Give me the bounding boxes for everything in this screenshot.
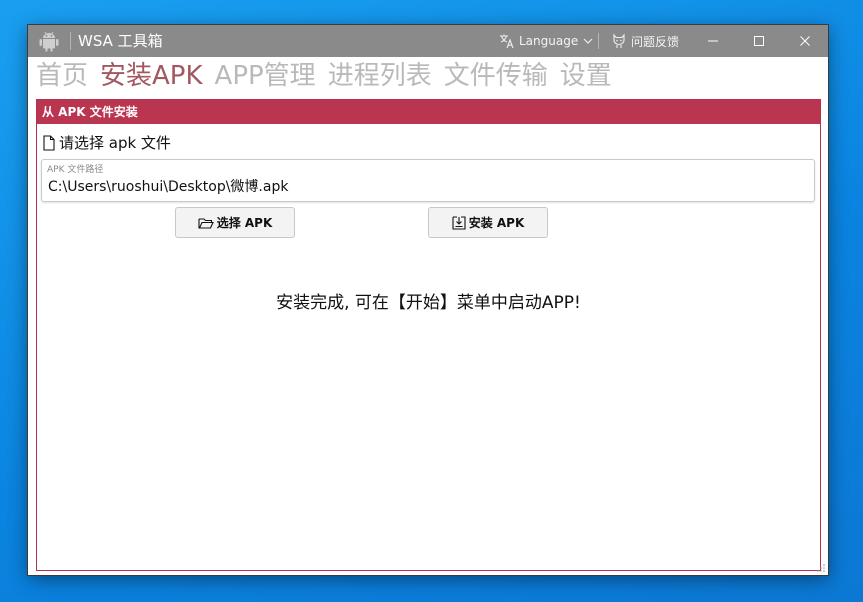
tab-settings[interactable]: 设置 — [560, 58, 612, 94]
section-label: 请选择 apk 文件 — [42, 132, 171, 153]
github-cat-icon — [613, 33, 625, 48]
title-separator-2 — [598, 33, 599, 49]
feedback-label: 问题反馈 — [631, 34, 680, 49]
language-button[interactable]: Language — [499, 31, 594, 51]
title-bar[interactable]: WSA 工具箱 Language 问题反馈 — [28, 25, 828, 57]
install-download-icon — [452, 215, 466, 230]
minimize-button[interactable] — [690, 25, 736, 57]
status-message: 安装完成, 可在【开始】菜单中启动APP! — [276, 293, 581, 313]
minimize-icon — [708, 40, 718, 42]
install-apk-label: 安装 APK — [468, 216, 525, 230]
file-icon — [43, 134, 55, 151]
install-panel: 从 APK 文件安装 请选择 apk 文件 APK 文件路径 选择 APK 安装… — [36, 99, 821, 571]
select-apk-label: 选择 APK — [216, 216, 273, 230]
tab-home[interactable]: 首页 — [36, 58, 88, 94]
apk-path-label: APK 文件路径 — [47, 165, 104, 175]
tab-file-transfer[interactable]: 文件传输 — [444, 58, 548, 94]
tab-install-apk[interactable]: 安装APK — [100, 58, 203, 94]
maximize-button[interactable] — [736, 25, 782, 57]
translate-icon — [500, 34, 514, 49]
chevron-down-icon — [583, 38, 593, 44]
folder-open-icon — [198, 217, 214, 229]
resize-grip-icon[interactable] — [816, 563, 826, 573]
panel-header: 从 APK 文件安装 — [37, 100, 820, 124]
section-label-text: 请选择 apk 文件 — [59, 134, 171, 152]
android-icon — [39, 31, 59, 52]
title-separator — [70, 32, 71, 50]
language-label: Language — [519, 34, 579, 48]
window-title: WSA 工具箱 — [78, 32, 163, 50]
feedback-button[interactable]: 问题反馈 — [611, 31, 679, 51]
main-nav: 首页 安装APK APP管理 进程列表 文件传输 设置 — [36, 58, 624, 94]
apk-path-input[interactable] — [48, 178, 803, 194]
app-window: WSA 工具箱 Language 问题反馈 首页 安装APK APP管理 进程列… — [28, 25, 828, 575]
install-apk-button[interactable]: 安装 APK — [428, 207, 548, 238]
tab-app-manager[interactable]: APP管理 — [215, 58, 316, 94]
maximize-icon — [754, 36, 764, 46]
apk-path-field[interactable]: APK 文件路径 — [41, 159, 815, 202]
close-icon — [800, 36, 810, 46]
select-apk-button[interactable]: 选择 APK — [175, 207, 295, 238]
close-button[interactable] — [782, 25, 828, 57]
tab-process-list[interactable]: 进程列表 — [328, 58, 432, 94]
